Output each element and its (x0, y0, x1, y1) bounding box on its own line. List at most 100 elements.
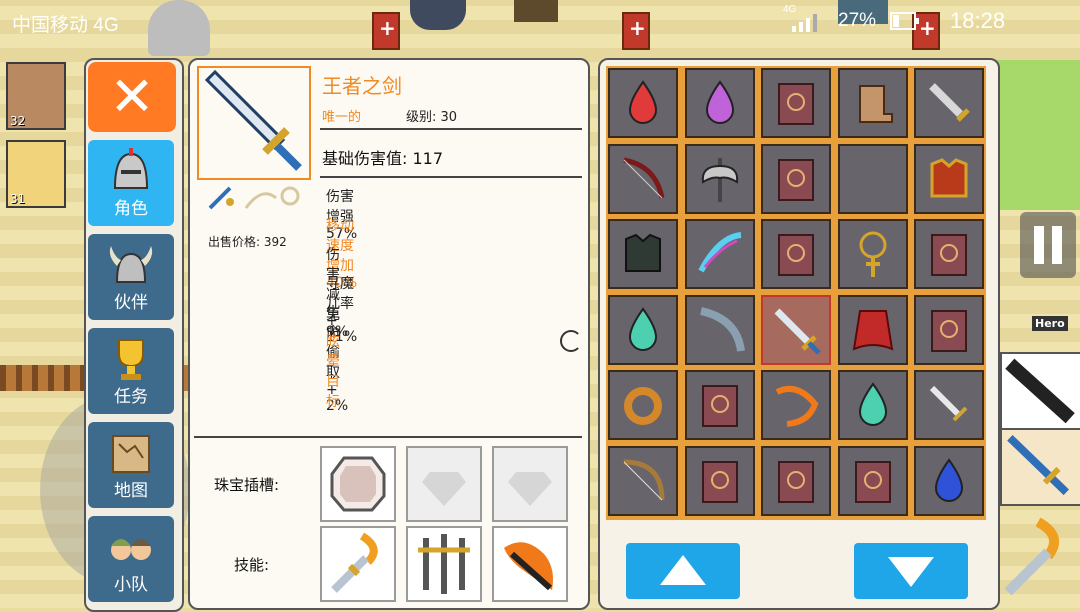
inventory-slot[interactable] (837, 68, 908, 138)
tab-label: 地图 (114, 481, 148, 501)
tab-map[interactable]: 地图 (88, 422, 174, 508)
battle-axe-icon (701, 157, 738, 202)
inventory-slot[interactable] (608, 445, 678, 516)
gem-slot-empty[interactable] (492, 446, 568, 522)
tab-companions[interactable]: 伙伴 (88, 234, 174, 320)
skill-slot[interactable] (492, 526, 568, 602)
inventory-slot[interactable] (608, 294, 678, 365)
blue-gem-icon (934, 457, 964, 502)
map-scroll-icon (112, 435, 150, 473)
inventory-slot[interactable] (914, 370, 984, 440)
dark-blade-icon (1005, 358, 1075, 424)
red-cape-icon (852, 309, 893, 351)
feather-charm-icon (697, 232, 742, 273)
item-level: 级别: 30 (406, 110, 458, 125)
tab-squad[interactable]: 小队 (88, 516, 174, 602)
inventory-slot[interactable] (684, 143, 755, 214)
inventory-slot[interactable] (608, 68, 678, 138)
item-preview-frame (197, 66, 311, 180)
inventory-slot[interactable] (837, 370, 908, 440)
inventory-slot[interactable] (914, 68, 984, 138)
inventory-slot-empty[interactable] (837, 143, 908, 214)
inventory-slot[interactable] (684, 68, 755, 138)
party-member-portrait[interactable]: 31 (6, 140, 66, 208)
empty-gem-icon (422, 472, 466, 506)
fire-sword-skill-icon (504, 542, 553, 591)
spellbook-icon (854, 460, 891, 503)
tab-label: 伙伴 (114, 293, 148, 313)
gem-slots-label: 珠宝插槽: (214, 476, 280, 494)
gem-slot-empty[interactable] (406, 446, 482, 522)
item-rarity: 唯一的 (322, 110, 362, 125)
close-button[interactable]: ✕ (88, 62, 176, 132)
quick-slot[interactable] (1000, 428, 1080, 506)
party-member-portrait[interactable]: 32 (6, 62, 66, 130)
inventory-slot[interactable] (608, 219, 678, 289)
clock-label: 18:28 (950, 8, 1006, 33)
scroll-up-button[interactable] (626, 543, 740, 599)
pause-icon (1034, 226, 1062, 264)
inventory-slot[interactable] (837, 294, 908, 365)
inventory-slot[interactable] (914, 294, 984, 365)
inventory-slot[interactable] (608, 143, 678, 214)
inventory-slot[interactable] (684, 445, 755, 516)
spellbook-icon (778, 83, 814, 125)
tab-label: 任务 (114, 387, 148, 407)
inventory-slot[interactable] (761, 143, 831, 214)
gold-chest-armor-icon (930, 157, 968, 197)
arrow-up-icon (660, 555, 706, 585)
spellbook-icon (931, 234, 967, 276)
red-gem-icon (628, 80, 658, 124)
pause-button[interactable] (1020, 212, 1076, 278)
refresh-icon[interactable] (560, 330, 582, 352)
tab-quests[interactable]: 任务 (88, 328, 174, 414)
blue-sword-icon (774, 308, 821, 355)
inventory-slot[interactable] (608, 370, 678, 440)
battery-label: 27% (838, 10, 877, 31)
fur-boots-icon (858, 85, 893, 123)
item-stat-line: 眩晕目标 (326, 334, 340, 410)
inventory-slot[interactable] (684, 294, 755, 365)
dark-armor-icon (625, 233, 661, 272)
inventory-slot[interactable] (761, 219, 831, 289)
spellbook-icon (701, 460, 738, 503)
recurve-bow-icon (623, 157, 665, 199)
inventory-slot[interactable] (914, 143, 984, 214)
inventory-slot[interactable] (914, 445, 984, 516)
spellbook-icon (778, 158, 814, 201)
teal-gem-icon (858, 382, 887, 426)
gold-ring-icon (624, 387, 662, 425)
inventory-slot[interactable] (837, 219, 908, 289)
arrow-down-icon (888, 557, 934, 587)
tab-character[interactable]: 角色 (88, 140, 174, 226)
divider (320, 128, 582, 130)
scroll-down-button[interactable] (854, 543, 968, 599)
inventory-slot[interactable] (761, 68, 831, 138)
status-bar: 中国移动 4G 4G 27% 18:28 (0, 0, 1080, 44)
item-name: 王者之剑 (322, 74, 402, 98)
skill-slot[interactable] (406, 526, 482, 602)
inventory-slot[interactable] (837, 445, 908, 516)
fire-bow-icon (775, 386, 819, 427)
spellbook-icon (701, 385, 738, 427)
divider (194, 436, 582, 438)
empty-gem-icon (508, 472, 552, 506)
quick-slot[interactable] (1000, 352, 1080, 430)
battery-icon (890, 12, 919, 30)
spellbook-icon (778, 234, 814, 276)
inventory-slot[interactable] (761, 370, 831, 440)
gem-slot[interactable] (320, 446, 396, 522)
inventory-slot[interactable] (684, 219, 755, 289)
party-member-level: 31 (10, 192, 26, 206)
attack-button[interactable] (998, 516, 1078, 602)
curved-blade-icon (699, 306, 745, 352)
skill-slot[interactable] (320, 526, 396, 602)
inventory-slot[interactable] (761, 445, 831, 516)
blue-sword-icon (1007, 434, 1070, 496)
horned-helmet-icon (109, 246, 153, 283)
inventory-slot[interactable] (914, 219, 984, 289)
purple-gem-icon (705, 80, 734, 124)
base-damage: 基础伤害值: 117 (322, 149, 444, 168)
inventory-slot[interactable] (684, 370, 755, 440)
inventory-slot[interactable] (761, 294, 831, 365)
